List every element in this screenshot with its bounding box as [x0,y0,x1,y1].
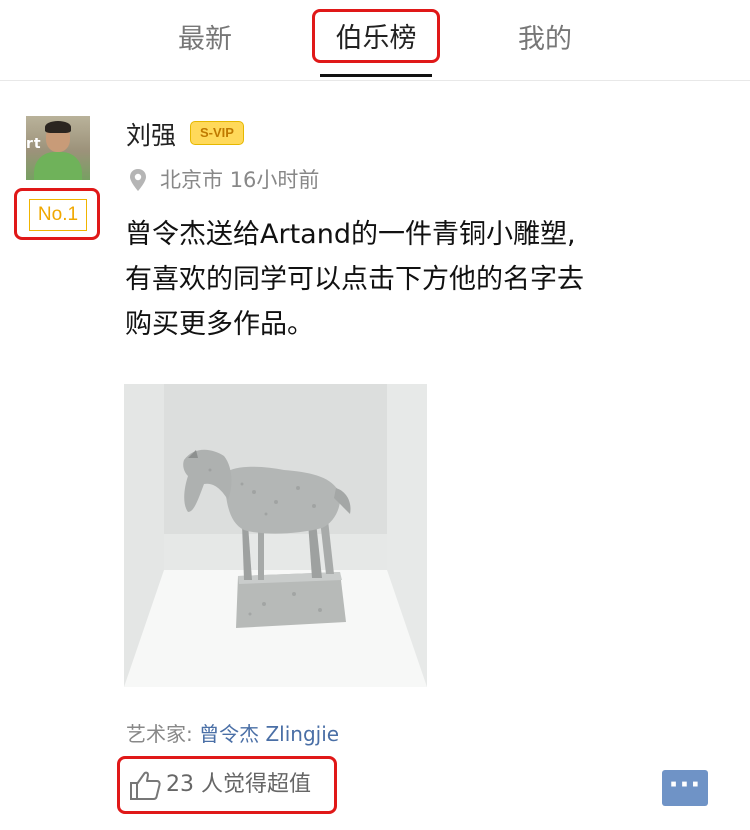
tab-mine[interactable]: 我的 [500,20,590,60]
artist-label: 艺术家: [126,722,193,746]
ellipsis-icon[interactable]: ··· [662,770,708,806]
post-image[interactable] [124,384,427,687]
artist-line: 艺术家: 曾令杰 Zlingjie [126,718,339,747]
location-text: 北京市 [160,168,223,192]
rank-badge: No.1 [29,199,87,231]
tab-bole-ranking[interactable]: 伯乐榜 [312,9,440,63]
content-line: 曾令杰送给Artand的一件青铜小雕塑, [125,219,576,250]
horse-sculpture-image [124,384,427,687]
post-content: 曾令杰送给Artand的一件青铜小雕塑, 有喜欢的同学可以点击下方他的名字去 购… [125,212,715,347]
avatar[interactable]: rt [26,116,90,180]
active-tab-indicator [320,74,432,77]
thumbs-up-icon[interactable] [128,769,162,801]
avatar-body [34,152,82,180]
like-highlight[interactable]: 23 人觉得超值 [117,756,337,814]
author-name[interactable]: 刘强 [126,116,176,152]
post-time: 16小时前 [229,168,320,192]
tab-bar: 最新 伯乐榜 我的 [0,0,750,81]
post-meta: 北京市 16小时前 [160,164,319,194]
tab-latest[interactable]: 最新 [160,20,250,60]
content-line: 有喜欢的同学可以点击下方他的名字去 [125,264,584,295]
avatar-sign-text: rt [26,136,42,152]
vip-badge: S-VIP [190,121,244,145]
rank-highlight: No.1 [14,188,100,240]
like-count-text: 23 人觉得超值 [166,772,311,797]
content-line: 购买更多作品。 [125,309,314,340]
map-pin-icon [130,169,146,191]
avatar-hair [45,121,71,133]
artist-link[interactable]: 曾令杰 Zlingjie [199,722,339,746]
